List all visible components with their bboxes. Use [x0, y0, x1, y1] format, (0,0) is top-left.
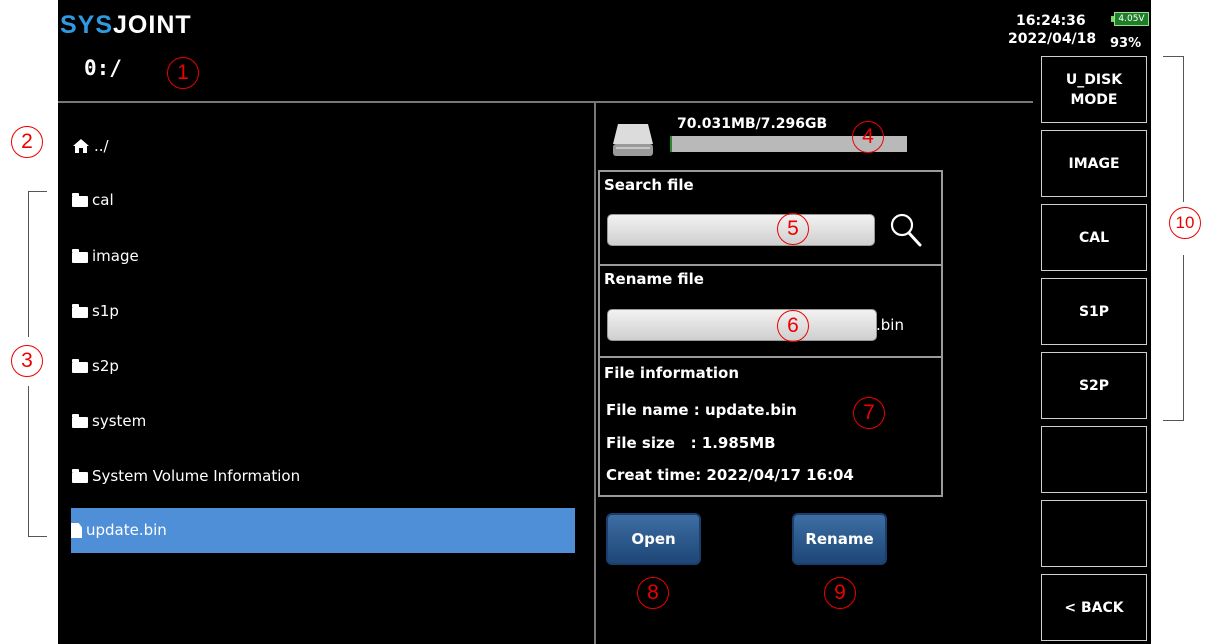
logo-suffix: JOINT [113, 11, 192, 39]
list-item-label: s2p [92, 357, 119, 375]
home-icon [73, 139, 89, 153]
parent-directory-label: ../ [94, 137, 109, 155]
logo-prefix: SYS [60, 11, 114, 39]
list-item-label: system [92, 412, 147, 430]
list-item[interactable]: system [72, 404, 575, 438]
callout-3: 3 [11, 345, 43, 377]
clock-date: 2022/04/18 [1008, 31, 1097, 47]
callout-10: 10 [1169, 207, 1201, 239]
file-info-time: Creat time: 2022/04/17 16:04 [606, 466, 854, 484]
callout-1: 1 [167, 57, 199, 89]
list-item[interactable]: s2p [72, 349, 575, 383]
file-info-title: File information [604, 364, 740, 382]
battery-icon: 4.05V [1111, 12, 1149, 26]
battery-voltage: 4.05V [1114, 12, 1149, 26]
callout-4: 4 [852, 121, 884, 153]
softkey-empty-2[interactable] [1041, 500, 1147, 567]
open-button[interactable]: Open [606, 513, 701, 565]
list-item[interactable]: s1p [72, 294, 575, 328]
callout-5: 5 [777, 213, 809, 245]
search-panel: Search file [598, 170, 943, 266]
softkey-u-disk-mode[interactable]: U_DISK MODE [1041, 56, 1147, 123]
callout-7: 7 [853, 397, 885, 429]
clock-time: 16:24:36 [1016, 13, 1086, 29]
callout-6: 6 [777, 310, 809, 342]
folder-icon [72, 303, 88, 318]
list-item-label: image [92, 247, 139, 265]
list-item-label: s1p [92, 302, 119, 320]
storage-capacity: 70.031MB/7.296GB [677, 116, 828, 132]
list-item-label: cal [92, 191, 114, 209]
folder-icon [72, 468, 88, 483]
list-item[interactable]: image [72, 239, 575, 273]
callout-9: 9 [824, 577, 856, 609]
battery-percent: 93% [1110, 36, 1142, 51]
callout-2: 2 [11, 126, 43, 158]
rename-extension: .bin [876, 316, 904, 334]
folder-icon [72, 192, 88, 207]
list-item[interactable]: cal [72, 183, 575, 217]
panel-divider [594, 103, 596, 644]
softkey-s2p[interactable]: S2P [1041, 352, 1147, 419]
bracket-file-list-bottom [28, 386, 47, 537]
search-title: Search file [604, 176, 694, 194]
bracket-file-list-top [28, 191, 47, 337]
folder-icon [72, 413, 88, 428]
search-icon[interactable] [889, 212, 923, 248]
list-item-label: System Volume Information [92, 467, 301, 485]
header-divider [58, 101, 1033, 103]
rename-panel: Rename file .bin [598, 264, 943, 358]
softkey-back[interactable]: < BACK [1041, 574, 1147, 641]
list-item-label: update.bin [86, 521, 167, 539]
folder-icon [72, 358, 88, 373]
current-path: 0:/ [84, 56, 122, 80]
softkey-s1p[interactable]: S1P [1041, 278, 1147, 345]
softkey-image[interactable]: IMAGE [1041, 130, 1147, 197]
search-input[interactable] [607, 214, 875, 246]
rename-input[interactable] [607, 309, 877, 341]
list-item[interactable]: System Volume Information [72, 459, 575, 493]
file-info-size: File size : 1.985MB [606, 434, 776, 452]
instrument-screen: SYSJOINT 0:/ 16:24:36 2022/04/18 4.05V 9… [58, 0, 1151, 644]
storage-bar-fill [670, 136, 672, 152]
folder-icon [72, 248, 88, 263]
brand-logo: SYSJOINT [60, 11, 192, 40]
softkey-u-disk-line2: MODE [1070, 91, 1118, 108]
disk-drive-icon [613, 124, 653, 156]
file-icon [71, 523, 82, 538]
file-info-name: File name : update.bin [606, 401, 797, 419]
rename-button[interactable]: Rename [792, 513, 887, 565]
bracket-softkeys-bottom [1163, 255, 1184, 421]
clock: 16:24:36 2022/04/18 [1008, 12, 1096, 48]
parent-directory-item[interactable]: ../ [72, 129, 575, 163]
rename-title: Rename file [604, 270, 704, 288]
bracket-softkeys-top [1163, 56, 1184, 202]
callout-8: 8 [637, 577, 669, 609]
list-item-selected[interactable]: update.bin [71, 508, 575, 553]
softkey-u-disk-line1: U_DISK [1065, 71, 1123, 88]
softkey-cal[interactable]: CAL [1041, 204, 1147, 271]
softkey-empty-1[interactable] [1041, 426, 1147, 493]
